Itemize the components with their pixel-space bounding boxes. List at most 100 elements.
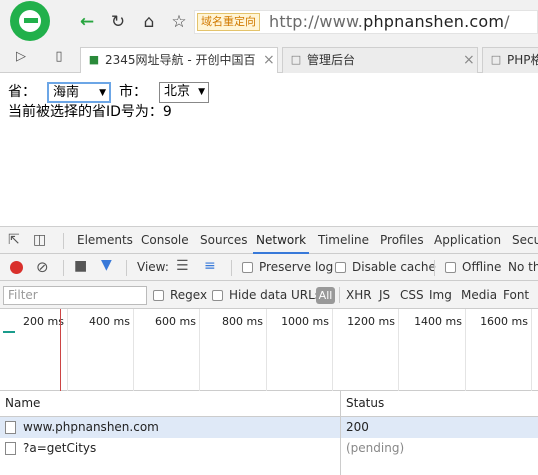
url-prefix: http://www.: [269, 12, 364, 31]
request-bar: [3, 331, 15, 333]
table-row[interactable]: www.phpnanshen.com 200: [0, 417, 538, 438]
request-status: (pending): [346, 441, 405, 455]
page-icon: □: [490, 53, 502, 66]
home-icon[interactable]: ⌂: [138, 11, 160, 33]
disable-cache-label: Disable cache: [352, 260, 436, 274]
column-divider: [340, 438, 341, 459]
filter-img[interactable]: Img: [429, 288, 452, 303]
request-name: www.phpnanshen.com: [23, 420, 159, 434]
preserve-log-checkbox[interactable]: [242, 262, 253, 273]
timeline-overview[interactable]: 200 ms 400 ms 600 ms 800 ms 1000 ms 1200…: [0, 309, 538, 391]
tab-title: 2345网址导航 - 开创中国百: [105, 53, 255, 67]
table-row[interactable]: ?a=getCitys (pending): [0, 438, 538, 459]
regex-label: Regex: [170, 288, 208, 302]
filter-all[interactable]: All: [316, 287, 335, 304]
url-suffix: /: [504, 12, 510, 31]
tick-label: 1000 ms: [281, 315, 329, 328]
list-view-icon[interactable]: ☰: [176, 258, 189, 274]
close-icon[interactable]: ×: [463, 52, 475, 68]
divider: [63, 233, 64, 249]
request-name: ?a=getCitys: [23, 441, 97, 455]
filter-css[interactable]: CSS: [400, 288, 424, 303]
filter-bar: Filter Regex Hide data URLs All XHR JS C…: [0, 281, 538, 309]
view-label: View:: [137, 260, 169, 274]
sidebar-toggle-icon[interactable]: ▷: [12, 48, 30, 66]
tick-label: 1200 ms: [347, 315, 395, 328]
device-toolbar-icon[interactable]: ◫: [33, 232, 46, 248]
city-value: 北京: [164, 84, 191, 99]
request-status: 200: [346, 420, 369, 434]
offline-checkbox[interactable]: [445, 262, 456, 273]
hide-data-urls-checkbox[interactable]: [212, 290, 223, 301]
tick-label: 1400 ms: [414, 315, 462, 328]
browser-window: ← ↻ ⌂ ☆ 域名重定向 http://www.phpnanshen.com/…: [0, 0, 538, 475]
preserve-log-label: Preserve log: [259, 260, 334, 274]
chevron-down-icon: ▼: [198, 87, 205, 97]
tab-security[interactable]: Secu: [512, 227, 538, 254]
province-label: 省：: [8, 84, 36, 100]
devtools-panel: ⇱ ◫ Elements Console Sources Network Tim…: [0, 226, 538, 475]
page-content: 省： 海南 ▼ 市： 北京 ▼ 当前被选择的省ID号为：9: [0, 74, 538, 226]
document-icon: [5, 442, 16, 455]
filter-media[interactable]: Media: [461, 288, 497, 303]
waterfall-view-icon[interactable]: ≡: [204, 258, 216, 274]
province-value: 海南: [53, 85, 80, 100]
column-divider: [340, 417, 341, 438]
clear-icon[interactable]: ⊘: [36, 258, 49, 276]
offline-label: Offline: [462, 260, 502, 274]
divider: [231, 260, 232, 276]
url-text: http://www.phpnanshen.com/: [269, 12, 510, 32]
inspect-element-icon[interactable]: ⇱: [8, 232, 20, 248]
address-bar: ← ↻ ⌂ ☆ 域名重定向 http://www.phpnanshen.com/: [0, 0, 538, 43]
result-text: 当前被选择的省ID号为：9: [8, 104, 172, 120]
filter-icon[interactable]: ▼: [101, 257, 112, 273]
reload-icon[interactable]: ↻: [107, 11, 129, 33]
city-label: 市：: [119, 84, 147, 100]
close-icon[interactable]: ×: [263, 52, 275, 68]
tab-php[interactable]: □ PHP格: [482, 47, 538, 73]
tab-network[interactable]: Network: [253, 227, 310, 254]
divider: [126, 260, 127, 276]
network-toolbar: ⊘ ■ ▼ View: ☰ ≡ Preserve log Disable cac…: [0, 254, 538, 281]
regex-checkbox[interactable]: [153, 290, 164, 301]
record-icon[interactable]: [10, 261, 23, 274]
mobile-icon[interactable]: ▯: [50, 48, 68, 66]
url-input[interactable]: 域名重定向 http://www.phpnanshen.com/: [194, 10, 538, 34]
tab-admin[interactable]: □ 管理后台 ×: [282, 47, 478, 73]
tab-profiles[interactable]: Profiles: [380, 227, 424, 254]
tab-2345[interactable]: ■ 2345网址导航 - 开创中国百 ×: [80, 47, 278, 73]
devtools-tabs: ⇱ ◫ Elements Console Sources Network Tim…: [0, 227, 538, 254]
name-column-header[interactable]: Name: [5, 393, 40, 414]
tab-title: 管理后台: [307, 53, 356, 67]
column-divider: [340, 391, 341, 417]
throttle-select[interactable]: No th: [508, 260, 538, 275]
filter-input[interactable]: Filter: [3, 286, 147, 305]
chevron-down-icon: ▼: [99, 88, 106, 98]
tab-timeline[interactable]: Timeline: [318, 227, 369, 254]
tab-title: PHP格: [507, 53, 538, 67]
disable-cache-checkbox[interactable]: [335, 262, 346, 273]
divider: [434, 260, 435, 276]
tick-label: 400 ms: [89, 315, 130, 328]
tab-application[interactable]: Application: [434, 227, 501, 254]
tab-sources[interactable]: Sources: [200, 227, 247, 254]
tick-label: 1600 ms: [480, 315, 528, 328]
document-icon: [5, 421, 16, 434]
tick-label: 200 ms: [23, 315, 64, 328]
bookmark-star-icon[interactable]: ☆: [168, 11, 190, 33]
url-domain: phpnanshen.com: [363, 12, 505, 31]
status-column-header[interactable]: Status: [346, 393, 384, 414]
city-select[interactable]: 北京 ▼: [159, 82, 209, 103]
camera-icon[interactable]: ■: [74, 258, 87, 274]
redirect-badge: 域名重定向: [197, 13, 260, 31]
filter-js[interactable]: JS: [379, 288, 390, 303]
filter-font[interactable]: Font: [503, 288, 529, 303]
tab-console[interactable]: Console: [141, 227, 189, 254]
back-arrow-icon[interactable]: ←: [76, 11, 98, 33]
divider: [339, 287, 340, 303]
tab-elements[interactable]: Elements: [77, 227, 133, 254]
filter-xhr[interactable]: XHR: [346, 288, 372, 303]
province-select[interactable]: 海南 ▼: [47, 82, 111, 103]
tab-bar: ▷ ▯ ■ 2345网址导航 - 开创中国百 × □ 管理后台 × □ PHP格: [0, 43, 538, 73]
page-icon: □: [290, 53, 302, 66]
